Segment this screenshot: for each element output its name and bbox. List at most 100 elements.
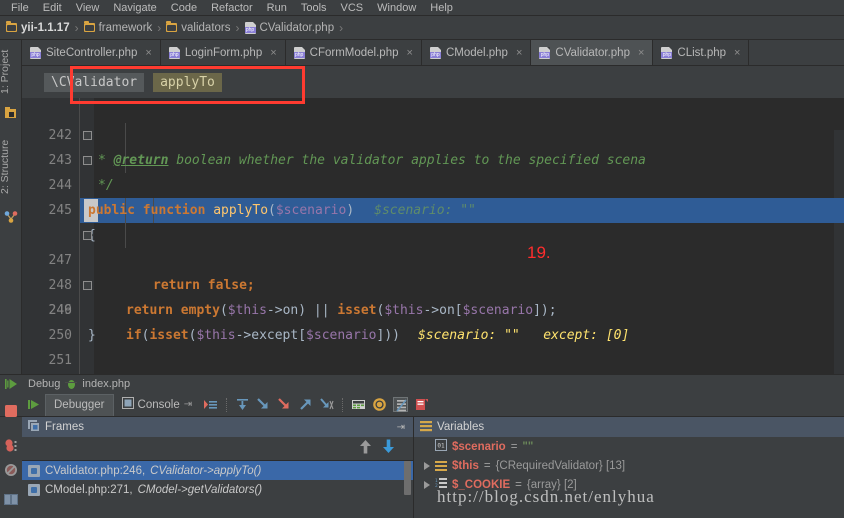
menu-item-edit[interactable]: Edit bbox=[36, 0, 69, 16]
nav-class-chip[interactable]: \CValidator bbox=[44, 72, 145, 92]
rerun-icon[interactable] bbox=[27, 397, 42, 412]
code-token: $scenario bbox=[306, 328, 377, 343]
breadcrumb-item-validators[interactable]: validators bbox=[166, 21, 231, 34]
breadcrumb-label: framework bbox=[98, 21, 153, 34]
debug-inline-hint: $scenario: "" except: [0] bbox=[417, 328, 630, 343]
close-icon[interactable]: × bbox=[734, 47, 740, 59]
line-number: 249 bbox=[48, 303, 72, 318]
debug-toolbar: Debugger Console ⇥ bbox=[0, 393, 844, 417]
show-execution-point-icon[interactable] bbox=[203, 397, 218, 412]
close-icon[interactable]: × bbox=[638, 47, 644, 59]
fold-marker[interactable] bbox=[83, 281, 92, 290]
close-icon[interactable]: × bbox=[270, 47, 276, 59]
code-token: -> bbox=[423, 303, 440, 318]
code-token: ) bbox=[346, 203, 355, 218]
menu-item-run[interactable]: Run bbox=[260, 0, 294, 16]
code-token: return bbox=[126, 303, 181, 318]
sort-descending-icon[interactable] bbox=[382, 439, 395, 459]
fold-marker[interactable] bbox=[83, 231, 92, 240]
menu-item-view[interactable]: View bbox=[69, 0, 107, 16]
close-icon[interactable]: × bbox=[407, 47, 413, 59]
frames-scrollbar[interactable] bbox=[404, 461, 411, 495]
force-step-into-icon[interactable] bbox=[277, 397, 292, 412]
code-token: $this bbox=[196, 328, 236, 343]
menu-item-tools[interactable]: Tools bbox=[294, 0, 334, 16]
php-file-icon bbox=[539, 46, 551, 59]
breadcrumb-item-framework[interactable]: framework bbox=[83, 21, 153, 34]
tab-cmodel[interactable]: CModel.php × bbox=[421, 40, 532, 65]
expand-arrow-icon[interactable] bbox=[424, 461, 430, 470]
object-icon bbox=[435, 460, 447, 472]
breadcrumb-item-project[interactable]: yii-1.1.17 bbox=[6, 21, 70, 34]
fold-marker[interactable] bbox=[83, 156, 92, 165]
code-token: */ bbox=[98, 178, 114, 193]
variable-row[interactable]: 01 $scenario = "" bbox=[414, 437, 844, 456]
sort-ascending-icon[interactable] bbox=[359, 439, 372, 459]
resume-program-icon[interactable] bbox=[4, 377, 18, 396]
folder-icon bbox=[83, 21, 95, 32]
tool-window-project[interactable]: 1: Project bbox=[0, 42, 21, 102]
breadcrumb-label: validators bbox=[181, 21, 231, 34]
frame-row[interactable]: CModel.php:271, CModel->getValidators() bbox=[22, 480, 413, 499]
stop-icon[interactable] bbox=[4, 404, 18, 423]
variables-icon bbox=[420, 420, 432, 435]
breadcrumb: yii-1.1.17 › framework › validators › CV… bbox=[0, 16, 844, 40]
tab-clist[interactable]: CList.php × bbox=[653, 40, 750, 65]
menu-item-file[interactable]: File bbox=[4, 0, 36, 16]
menu-item-window[interactable]: Window bbox=[370, 0, 423, 16]
settings-icon[interactable] bbox=[414, 397, 429, 412]
code-token: ( bbox=[268, 203, 276, 218]
tab-label: CValidator.php bbox=[555, 46, 630, 59]
view-breakpoints-icon[interactable] bbox=[4, 439, 20, 458]
editor-tab-bar: SiteController.php × LoginForm.php × CFo… bbox=[0, 40, 844, 66]
close-icon[interactable]: × bbox=[145, 47, 151, 59]
frame-row-selected[interactable]: CValidator.php:246, CValidator->applyTo(… bbox=[22, 461, 413, 480]
tab-label: Debugger bbox=[54, 399, 105, 411]
code-text-area[interactable]: 242 * @return boolean whether the valida… bbox=[22, 98, 844, 374]
tab-sitecontroller[interactable]: SiteController.php × bbox=[22, 40, 161, 65]
line-number: 247 bbox=[48, 253, 72, 268]
breadcrumb-item-file[interactable]: CValidator.php bbox=[244, 21, 334, 34]
code-token: /** bbox=[88, 373, 111, 374]
tab-label: CModel.php bbox=[445, 46, 508, 59]
menu-item-code[interactable]: Code bbox=[164, 0, 204, 16]
expand-arrow-icon[interactable] bbox=[424, 480, 430, 489]
frames-pane: Frames ⇥ CValidator.php:246, CValidator-… bbox=[22, 417, 414, 518]
debug-header: Debug index.php bbox=[0, 375, 844, 393]
menu-item-help[interactable]: Help bbox=[423, 0, 460, 16]
fold-marker[interactable] bbox=[83, 131, 92, 140]
svg-text:01: 01 bbox=[437, 443, 445, 450]
watches-icon[interactable] bbox=[372, 397, 387, 412]
code-line: 247 return false; bbox=[22, 223, 844, 293]
step-into-icon[interactable] bbox=[256, 397, 271, 412]
variable-equals: = bbox=[510, 440, 518, 453]
variable-row[interactable]: $this = {CRequiredValidator} [13] bbox=[414, 456, 844, 475]
tab-loginform[interactable]: LoginForm.php × bbox=[160, 40, 286, 65]
debug-config-name: index.php bbox=[82, 378, 131, 390]
nav-method-chip[interactable]: applyTo bbox=[153, 72, 222, 92]
restore-layout-icon[interactable] bbox=[4, 493, 18, 511]
menu-item-navigate[interactable]: Navigate bbox=[106, 0, 163, 16]
php-file-icon bbox=[429, 46, 441, 59]
mute-breakpoints-icon[interactable] bbox=[393, 397, 409, 412]
frame-icon bbox=[28, 483, 40, 496]
pin-icon[interactable]: ⇥ bbox=[397, 422, 405, 433]
drop-frame-icon[interactable] bbox=[319, 397, 334, 412]
variables-title: Variables bbox=[437, 421, 485, 433]
tab-cformmodel[interactable]: CFormModel.php × bbox=[285, 40, 422, 65]
close-icon[interactable]: × bbox=[516, 47, 522, 59]
evaluate-expression-icon[interactable] bbox=[351, 397, 366, 412]
tool-window-structure[interactable]: 2: Structure bbox=[0, 128, 21, 206]
mute-breakpoints-icon[interactable] bbox=[4, 463, 18, 482]
tab-debugger[interactable]: Debugger bbox=[45, 393, 114, 416]
menu-item-refactor[interactable]: Refactor bbox=[204, 0, 260, 16]
code-token: isset bbox=[149, 328, 189, 343]
tab-console[interactable]: Console ⇥ bbox=[114, 394, 201, 416]
code-line: 249 } bbox=[22, 273, 844, 343]
menu-item-vcs[interactable]: VCS bbox=[334, 0, 371, 16]
step-out-icon[interactable] bbox=[298, 397, 313, 412]
tab-cvalidator[interactable]: CValidator.php × bbox=[531, 40, 654, 65]
code-token: [ bbox=[298, 328, 307, 343]
pin-icon[interactable]: ⇥ bbox=[184, 399, 192, 410]
step-over-icon[interactable] bbox=[235, 397, 250, 412]
